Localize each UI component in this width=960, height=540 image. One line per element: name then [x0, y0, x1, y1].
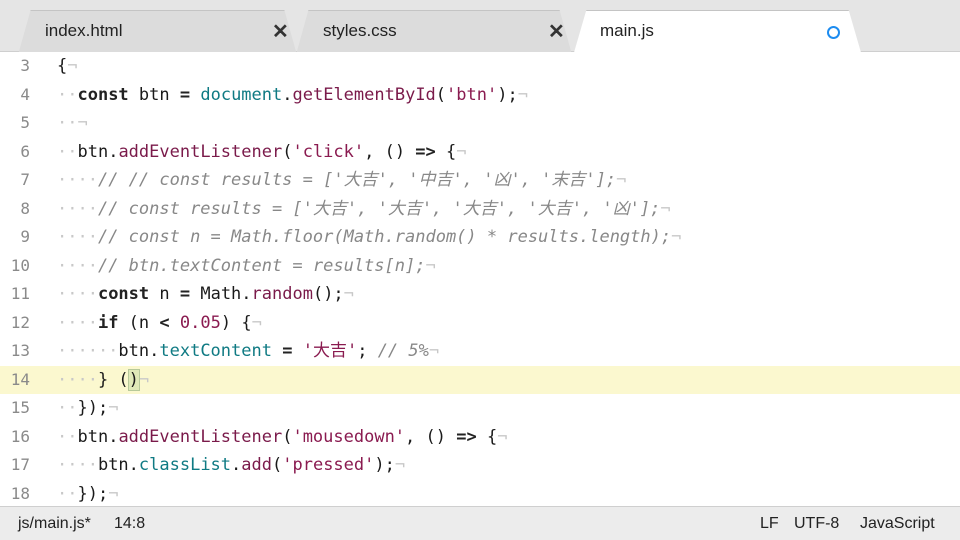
- line-number: 17: [10, 455, 30, 474]
- code-line[interactable]: 13 ······btn.textContent = '大吉'; // 5%¬: [0, 337, 960, 366]
- line-code[interactable]: ··const btn = document.getElementById('b…: [57, 81, 528, 110]
- line-number: 13: [10, 341, 30, 360]
- code-line[interactable]: 6 ··btn.addEventListener('click', () => {…: [0, 138, 960, 167]
- line-number: 10: [10, 255, 30, 275]
- line-code[interactable]: ··});¬: [57, 394, 118, 423]
- line-number: 3: [20, 56, 30, 75]
- tab-index-html[interactable]: index.html ✕: [10, 10, 305, 52]
- line-number: 6: [20, 141, 30, 161]
- line-number: 14: [10, 369, 30, 389]
- line-code[interactable]: ····// const results = ['大吉', '大吉', '大吉'…: [57, 195, 671, 224]
- status-file[interactable]: js/main.js*: [18, 515, 91, 533]
- line-number: 15: [10, 398, 30, 417]
- line-code[interactable]: ······btn.textContent = '大吉'; // 5%¬: [57, 337, 439, 366]
- line-code[interactable]: ··¬: [57, 109, 88, 138]
- line-code[interactable]: ··btn.addEventListener('mousedown', () =…: [57, 423, 507, 452]
- modified-dot-icon[interactable]: [827, 26, 840, 39]
- status-language[interactable]: JavaScript: [860, 515, 935, 533]
- code-line[interactable]: 16 ··btn.addEventListener('mousedown', ()…: [0, 423, 960, 452]
- close-icon[interactable]: ✕: [548, 19, 565, 44]
- line-number: 5: [20, 113, 30, 132]
- line-code[interactable]: ····} ()¬: [57, 366, 149, 395]
- line-number: 9: [20, 227, 30, 246]
- code-line[interactable]: 4 ··const btn = document.getElementById('…: [0, 81, 960, 110]
- code-line[interactable]: 14 ····} ()¬: [0, 365, 960, 395]
- tab-label: styles.css: [323, 21, 397, 40]
- line-code[interactable]: ····// const n = Math.floor(Math.random(…: [57, 223, 681, 252]
- line-number: 18: [10, 483, 30, 503]
- line-code[interactable]: ····btn.classList.add('pressed');¬: [57, 451, 405, 480]
- tab-label: index.html: [45, 21, 123, 40]
- code-line[interactable]: 3 {¬: [0, 52, 960, 81]
- tab-main-js[interactable]: main.js: [565, 10, 870, 52]
- tab-styles-css[interactable]: styles.css ✕: [288, 10, 580, 52]
- status-bar: js/main.js* 14:8 LF UTF-8 JavaScript: [0, 506, 960, 540]
- tab-label: main.js: [600, 21, 654, 40]
- line-code[interactable]: ····const n = Math.random();¬: [57, 280, 354, 309]
- line-code[interactable]: ····// // const results = ['大吉', '中吉', '…: [57, 166, 626, 195]
- line-number: 11: [10, 284, 30, 303]
- line-number: 12: [10, 312, 30, 332]
- status-encoding[interactable]: UTF-8: [794, 515, 839, 533]
- line-number: 7: [20, 170, 30, 189]
- line-number: 8: [20, 198, 30, 218]
- status-cursor-position[interactable]: 14:8: [114, 515, 145, 533]
- code-line[interactable]: 17 ····btn.classList.add('pressed');¬: [0, 451, 960, 480]
- status-line-ending[interactable]: LF: [760, 515, 779, 533]
- line-code[interactable]: ····// btn.textContent = results[n];¬: [57, 252, 436, 281]
- line-code[interactable]: ····if (n < 0.05) {¬: [57, 309, 262, 338]
- line-number: 16: [10, 426, 30, 446]
- code-line[interactable]: 5 ··¬: [0, 109, 960, 138]
- code-line[interactable]: 7 ····// // const results = ['大吉', '中吉', …: [0, 166, 960, 195]
- code-line[interactable]: 11 ····const n = Math.random();¬: [0, 280, 960, 309]
- line-code[interactable]: {¬: [57, 52, 78, 81]
- code-line[interactable]: 10 ····// btn.textContent = results[n];¬: [0, 252, 960, 281]
- close-icon[interactable]: ✕: [272, 19, 289, 44]
- code-line[interactable]: 9 ····// const n = Math.floor(Math.random…: [0, 223, 960, 252]
- tab-bar: index.html ✕ styles.css ✕ main.js: [0, 0, 960, 52]
- code-editor[interactable]: 3 {¬ 4 ··const btn = document.getElementByI…: [0, 52, 960, 506]
- code-line[interactable]: 15 ··});¬: [0, 394, 960, 423]
- code-line[interactable]: 12 ····if (n < 0.05) {¬: [0, 309, 960, 338]
- code-line[interactable]: 18 ··});¬: [0, 480, 960, 507]
- line-code[interactable]: ··});¬: [57, 480, 118, 507]
- code-line[interactable]: 8 ····// const results = ['大吉', '大吉', '大吉…: [0, 195, 960, 224]
- line-number: 4: [20, 84, 30, 104]
- line-code[interactable]: ··btn.addEventListener('click', () => {¬: [57, 138, 467, 167]
